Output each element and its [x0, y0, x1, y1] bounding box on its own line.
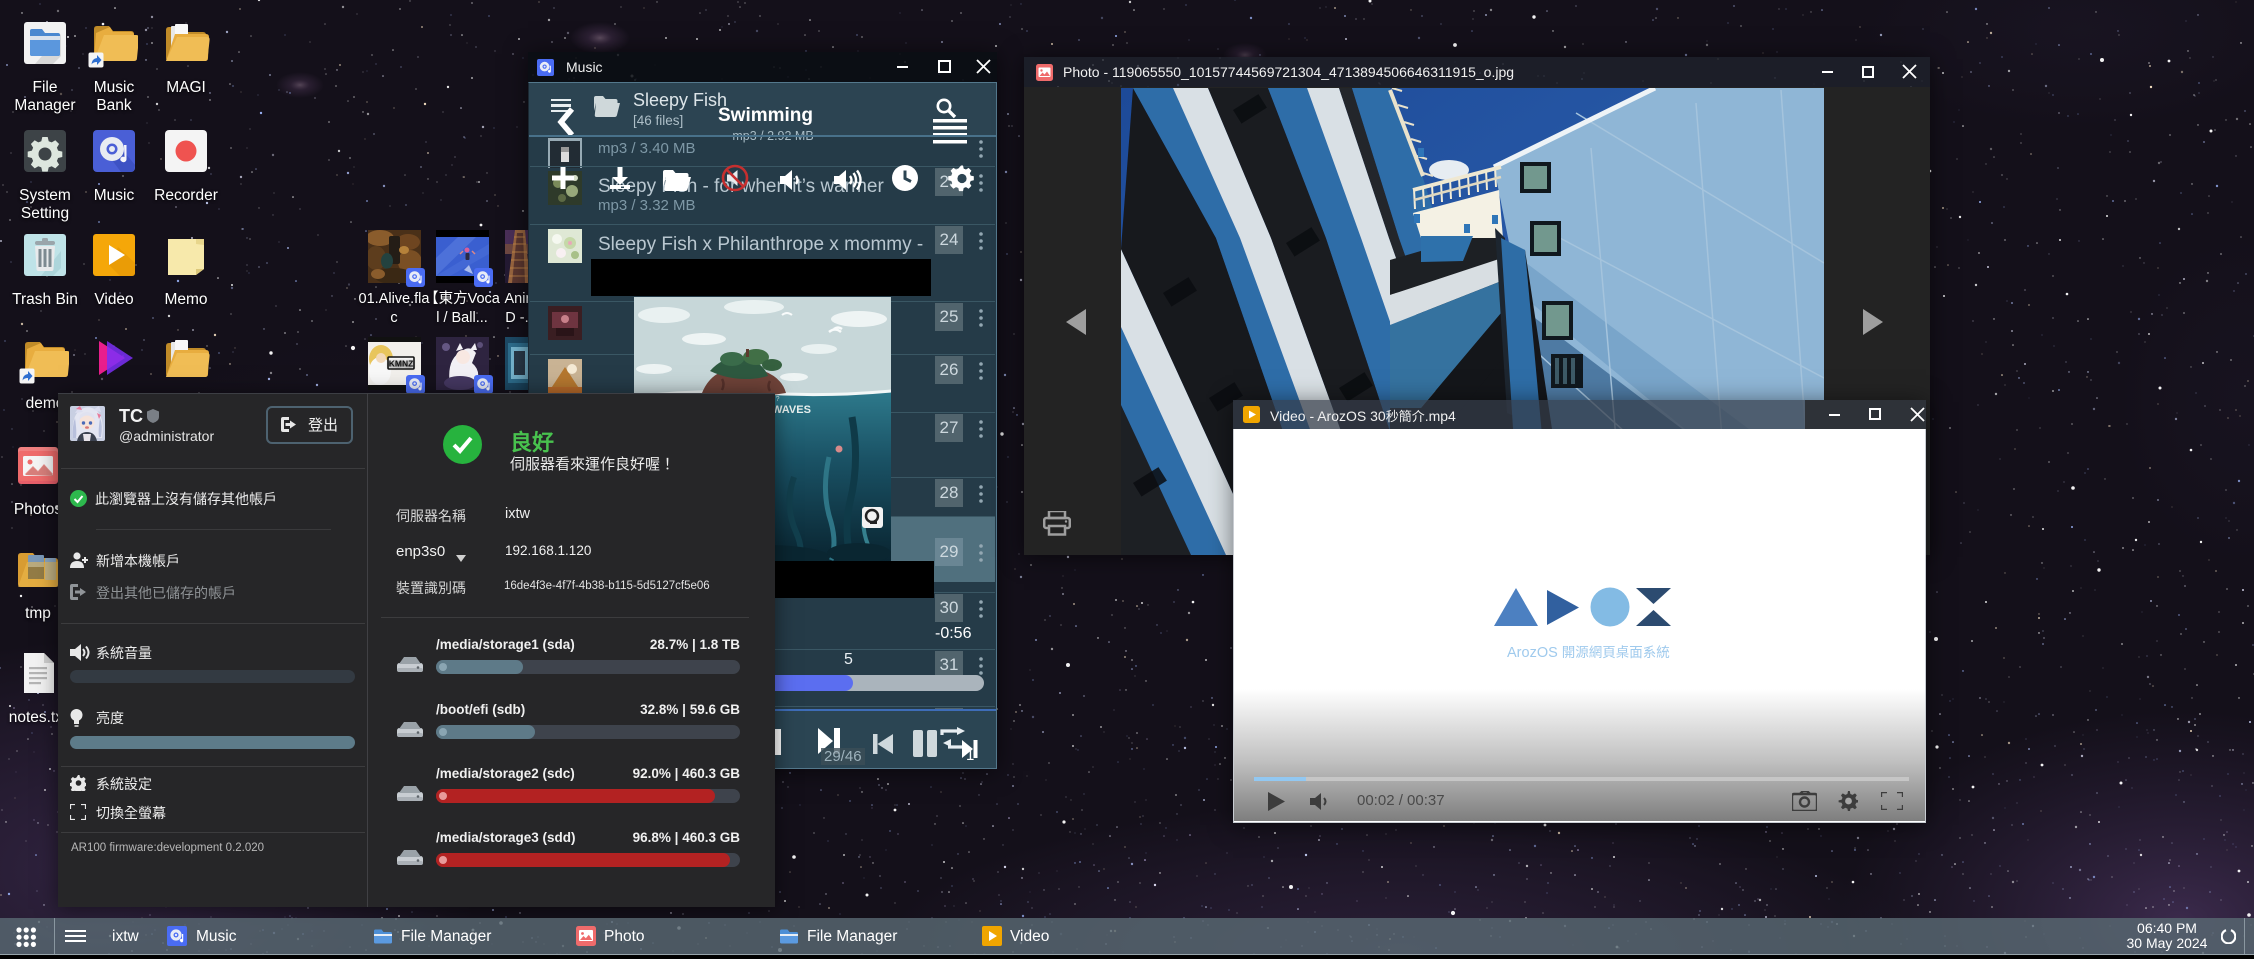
svg-text:WAVES: WAVES	[772, 404, 811, 416]
svg-text:KMNZ: KMNZ	[388, 359, 413, 369]
